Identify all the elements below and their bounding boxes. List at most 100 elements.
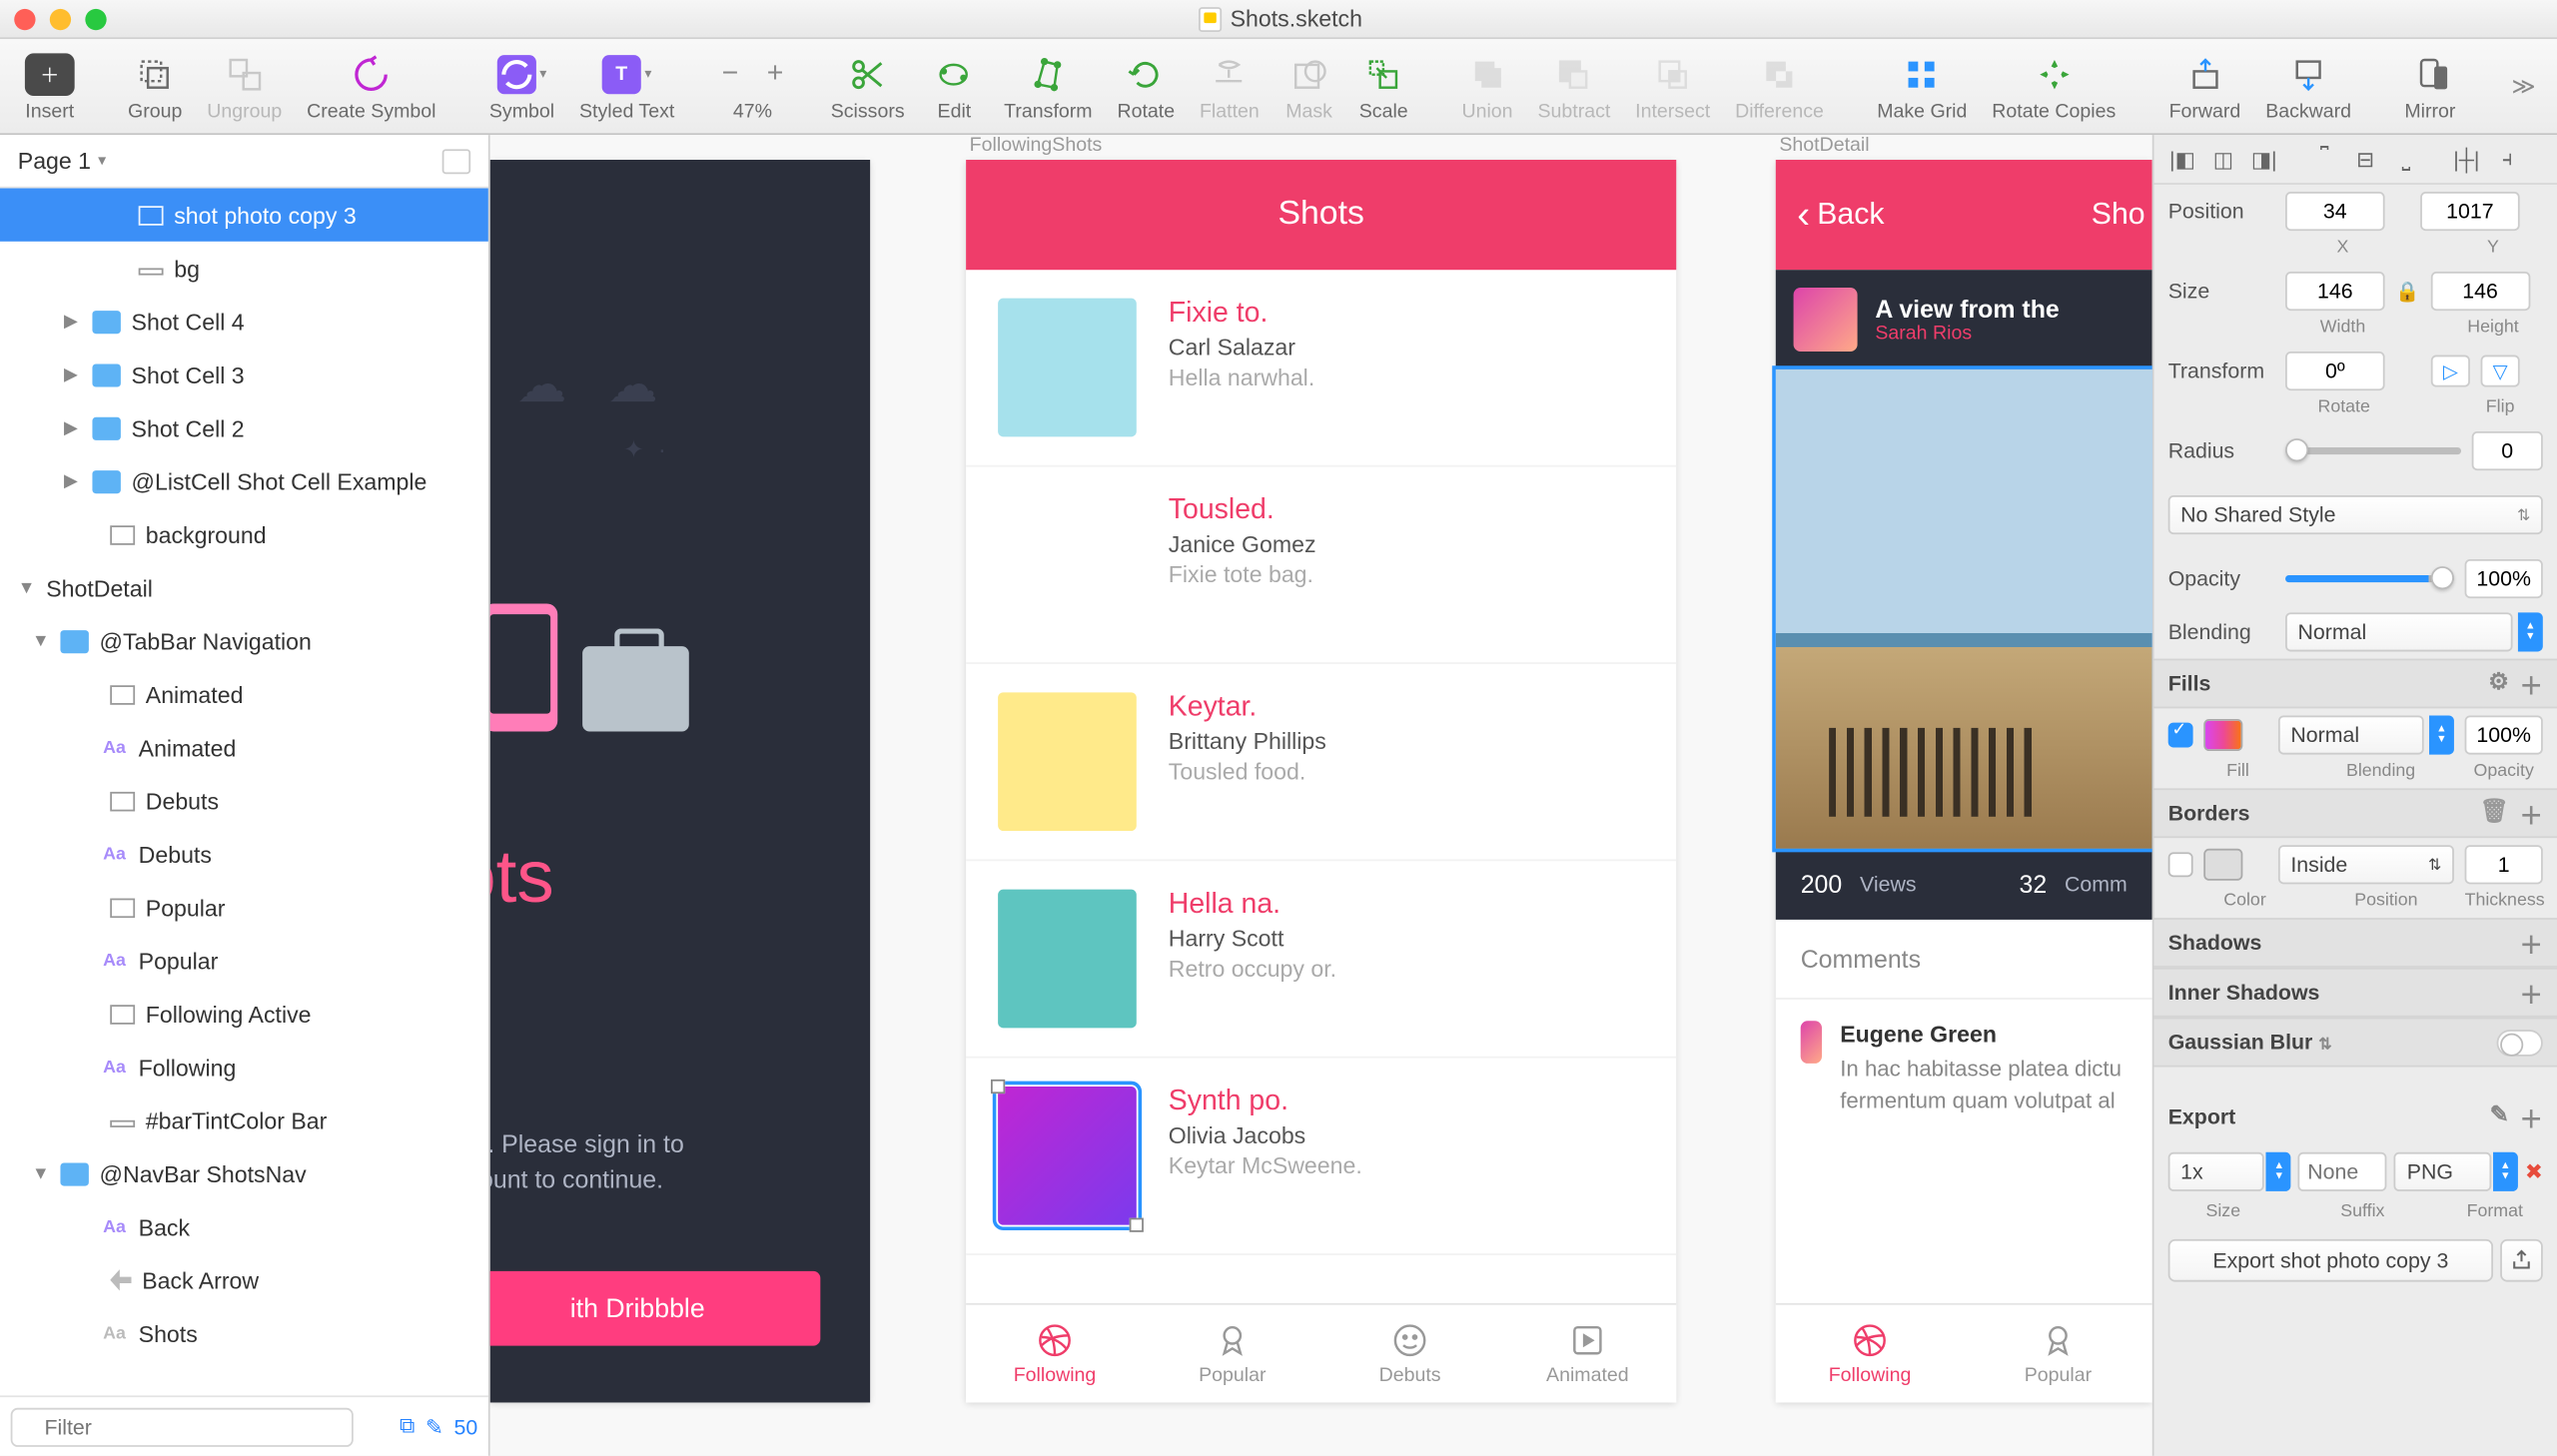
align-top-button[interactable]: ⎴ bbox=[2306, 143, 2342, 175]
position-x-input[interactable] bbox=[2285, 192, 2385, 231]
height-input[interactable] bbox=[2430, 272, 2530, 311]
share-export-button[interactable] bbox=[2500, 1239, 2543, 1282]
distribute-v-button[interactable]: ⫞ bbox=[2489, 143, 2525, 175]
distribute-h-button[interactable]: |┼| bbox=[2449, 143, 2485, 175]
inner-shadows-section-header[interactable]: Inner Shadows＋ bbox=[2153, 968, 2557, 1018]
layer-popular-text[interactable]: AaPopular bbox=[0, 934, 488, 987]
rotate-input[interactable] bbox=[2285, 352, 2385, 390]
intersect-button[interactable]: Intersect bbox=[1625, 51, 1721, 122]
difference-button[interactable]: Difference bbox=[1724, 51, 1834, 122]
align-center-v-button[interactable]: ⊟ bbox=[2347, 143, 2383, 175]
borders-section-header[interactable]: Borders🗑＋ bbox=[2153, 788, 2557, 838]
zoom-control[interactable]: −+ 47% bbox=[717, 51, 788, 122]
zoom-out-button[interactable]: − bbox=[715, 58, 746, 90]
page-selector[interactable]: Page 1 ▾ bbox=[0, 135, 488, 188]
remove-border-button[interactable]: 🗑 bbox=[2480, 796, 2509, 830]
layer-shots-text[interactable]: AaShots bbox=[0, 1306, 488, 1359]
shared-style-select[interactable]: No Shared Style⇅ bbox=[2168, 495, 2543, 534]
artboard-label[interactable]: ShotDetail bbox=[1779, 135, 1869, 156]
blur-toggle[interactable] bbox=[2497, 1029, 2543, 1056]
flatten-button[interactable]: Flatten bbox=[1189, 51, 1270, 122]
layer-shotdetail[interactable]: ▼ShotDetail bbox=[0, 561, 488, 614]
filter-slice-icon[interactable]: ✎ bbox=[426, 1414, 443, 1439]
layer-debuts-text[interactable]: AaDebuts bbox=[0, 827, 488, 880]
fill-blend-select[interactable]: Normal bbox=[2278, 715, 2424, 754]
layer-listcell-example[interactable]: ▶@ListCell Shot Cell Example bbox=[0, 454, 488, 507]
artboard-shot-detail[interactable]: ‹ Back Sho A view from theSarah Rios 200… bbox=[1776, 160, 2152, 1402]
mask-button[interactable]: Mask bbox=[1274, 51, 1344, 122]
lock-aspect-button[interactable]: 🔒 bbox=[2395, 280, 2419, 303]
export-section-header[interactable]: Export✎＋ bbox=[2153, 1092, 2557, 1141]
scissors-button[interactable]: Scissors bbox=[820, 51, 915, 122]
insert-button[interactable]: ＋Insert bbox=[14, 51, 85, 122]
make-grid-button[interactable]: Make Grid bbox=[1867, 51, 1979, 122]
layer-animated-text[interactable]: AaAnimated bbox=[0, 721, 488, 774]
align-bottom-button[interactable]: ⎵ bbox=[2388, 143, 2424, 175]
border-enabled-checkbox[interactable] bbox=[2168, 852, 2193, 877]
radius-input[interactable] bbox=[2472, 431, 2543, 470]
export-knife-icon[interactable]: ✎ bbox=[2490, 1099, 2509, 1133]
add-inner-shadow-button[interactable]: ＋ bbox=[2520, 976, 2543, 1010]
shadows-section-header[interactable]: Shadows＋ bbox=[2153, 918, 2557, 968]
layer-navbar-shotsnav[interactable]: ▼@NavBar ShotsNav bbox=[0, 1146, 488, 1199]
opacity-input[interactable] bbox=[2465, 559, 2543, 598]
opacity-slider[interactable] bbox=[2285, 575, 2454, 582]
width-input[interactable] bbox=[2285, 272, 2385, 311]
artboard-list-icon[interactable] bbox=[442, 148, 470, 173]
layer-shot-cell-4[interactable]: ▶Shot Cell 4 bbox=[0, 295, 488, 348]
rotate-copies-button[interactable]: Rotate Copies bbox=[1982, 51, 2127, 122]
zoom-in-button[interactable]: + bbox=[760, 58, 791, 90]
layer-back-arrow[interactable]: Back Arrow bbox=[0, 1253, 488, 1306]
mirror-button[interactable]: Mirror bbox=[2394, 51, 2466, 122]
create-symbol-button[interactable]: Create Symbol bbox=[297, 51, 447, 122]
artboard-login[interactable]: ☁ ☁✦ · ots ots. Please sign in to ccount… bbox=[490, 160, 870, 1402]
border-color-swatch[interactable] bbox=[2203, 849, 2242, 881]
radius-slider[interactable] bbox=[2285, 447, 2461, 454]
fill-opacity-input[interactable] bbox=[2465, 715, 2543, 754]
align-center-h-button[interactable]: ◫ bbox=[2205, 143, 2241, 175]
toolbar-overflow-button[interactable]: ≫ bbox=[2512, 72, 2536, 100]
artboard-label[interactable]: FollowingShots bbox=[970, 135, 1103, 156]
layer-back-text[interactable]: AaBack bbox=[0, 1200, 488, 1253]
layer-filter-input[interactable] bbox=[11, 1407, 354, 1446]
layer-shot-photo-copy-3[interactable]: shot photo copy 3 bbox=[0, 188, 488, 241]
scale-button[interactable]: Scale bbox=[1348, 51, 1419, 122]
layer-tabbar-navigation[interactable]: ▼@TabBar Navigation bbox=[0, 614, 488, 667]
add-fill-button[interactable]: ＋ bbox=[2520, 667, 2543, 701]
close-window-button[interactable] bbox=[14, 8, 35, 29]
group-button[interactable]: Group bbox=[117, 51, 193, 122]
border-thickness-input[interactable] bbox=[2465, 845, 2543, 884]
blending-select[interactable]: Normal bbox=[2285, 612, 2513, 651]
border-position-select[interactable]: Inside⇅ bbox=[2278, 845, 2454, 884]
backward-button[interactable]: Backward bbox=[2255, 51, 2362, 122]
minimize-window-button[interactable] bbox=[50, 8, 71, 29]
export-size-select[interactable]: 1x bbox=[2168, 1152, 2265, 1191]
forward-button[interactable]: Forward bbox=[2158, 51, 2251, 122]
flip-vertical-button[interactable]: ▽ bbox=[2481, 356, 2520, 387]
export-suffix-input[interactable] bbox=[2298, 1152, 2387, 1191]
add-border-button[interactable]: ＋ bbox=[2520, 796, 2543, 830]
layer-shot-cell-3[interactable]: ▶Shot Cell 3 bbox=[0, 348, 488, 400]
edit-button[interactable]: Edit bbox=[919, 51, 990, 122]
layer-popular-shape[interactable]: Popular bbox=[0, 881, 488, 934]
add-shadow-button[interactable]: ＋ bbox=[2520, 926, 2543, 960]
layer-following-active[interactable]: Following Active bbox=[0, 987, 488, 1040]
filter-pages-icon[interactable]: ⧉ bbox=[400, 1413, 415, 1440]
gaussian-blur-section-header[interactable]: Gaussian Blur ⇅ bbox=[2153, 1018, 2557, 1068]
canvas[interactable]: FollowingShots ShotDetail ☁ ☁✦ · ots ots… bbox=[490, 135, 2152, 1456]
layer-bartintcolor[interactable]: #barTintColor Bar bbox=[0, 1093, 488, 1146]
layer-background[interactable]: background bbox=[0, 507, 488, 560]
symbol-button[interactable]: ▾Symbol bbox=[478, 51, 565, 122]
layer-debuts-shape[interactable]: Debuts bbox=[0, 774, 488, 827]
fills-section-header[interactable]: Fills⚙＋ bbox=[2153, 659, 2557, 709]
position-y-input[interactable] bbox=[2420, 192, 2520, 231]
add-export-button[interactable]: ＋ bbox=[2520, 1099, 2543, 1133]
layer-bg[interactable]: bg bbox=[0, 242, 488, 295]
flip-horizontal-button[interactable]: ▷ bbox=[2431, 356, 2470, 387]
fills-settings-icon[interactable]: ⚙ bbox=[2488, 667, 2509, 701]
align-left-button[interactable]: |◧ bbox=[2164, 143, 2200, 175]
zoom-window-button[interactable] bbox=[85, 8, 106, 29]
layer-shot-cell-2[interactable]: ▶Shot Cell 2 bbox=[0, 401, 488, 454]
fill-enabled-checkbox[interactable] bbox=[2168, 723, 2193, 748]
export-button[interactable]: Export shot photo copy 3 bbox=[2168, 1239, 2493, 1282]
